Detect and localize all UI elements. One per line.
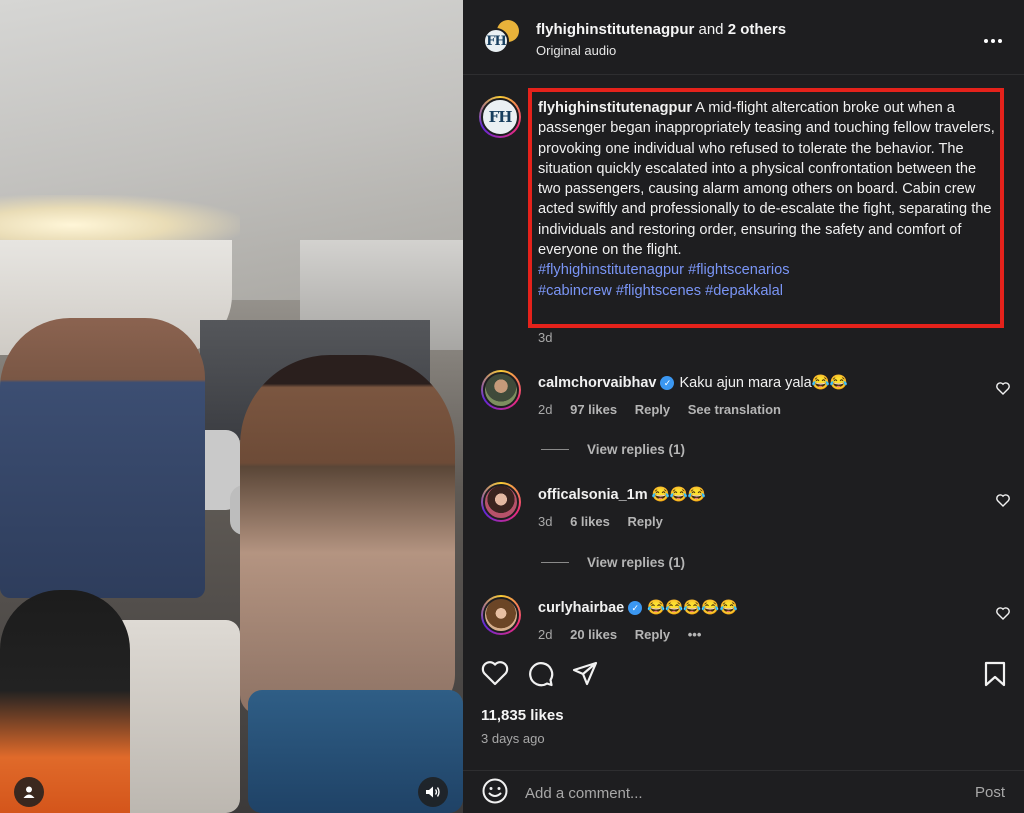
replies-divider — [541, 449, 569, 450]
save-button[interactable] — [983, 660, 1007, 693]
commenter-avatar[interactable] — [481, 595, 521, 635]
commenter-avatar[interactable] — [481, 482, 521, 522]
post-action-bar — [463, 655, 1024, 695]
comment-likes[interactable]: 6 likes — [570, 514, 610, 529]
avatar-logo-text: FH — [486, 33, 506, 49]
passenger-man — [0, 318, 205, 598]
comment: officalsonia_1m 😂😂😂 3d 6 likes Reply — [463, 482, 1024, 542]
comment-body: Kaku ajun mara yala😂😂 — [679, 375, 848, 391]
passenger-woman — [240, 355, 455, 715]
comment-options-button[interactable]: ••• — [688, 627, 702, 642]
comment-time: 3d — [538, 514, 553, 529]
user-icon — [23, 786, 35, 798]
comment-likes[interactable]: 20 likes — [570, 627, 617, 642]
post-timestamp: 3 days ago — [481, 731, 545, 746]
emoji-button[interactable] — [481, 777, 509, 810]
hashtag[interactable]: #flightscenarios — [688, 262, 789, 278]
reply-button[interactable]: Reply — [627, 514, 662, 529]
commenter-avatar[interactable] — [481, 370, 521, 410]
view-replies-label: View replies (1) — [587, 442, 686, 457]
comment-meta: 2d 20 likes Reply ••• — [538, 627, 715, 642]
avatar-logo-text: FH — [488, 108, 513, 126]
comment-input[interactable] — [525, 781, 945, 805]
video-player[interactable] — [0, 0, 463, 813]
comment-text: officalsonia_1m 😂😂😂 — [538, 486, 706, 503]
verified-badge-icon: ✓ — [628, 601, 643, 615]
comment-time: 2d — [538, 627, 553, 642]
author-avatar[interactable]: FH — [483, 28, 509, 54]
comment-text: calmchorvaibhav ✓ Kaku ajun mara yala😂😂 — [538, 374, 848, 391]
heart-icon — [996, 607, 1010, 620]
comment-username[interactable]: curlyhairbae — [538, 600, 624, 616]
bookmark-icon — [984, 661, 1006, 687]
audio-toggle-button[interactable] — [418, 777, 448, 807]
view-replies-button[interactable]: View replies (1) — [541, 442, 685, 457]
more-horizontal-icon — [984, 39, 1002, 43]
author-username[interactable]: flyhighinstitutenagpur — [536, 21, 694, 38]
comment-text: curlyhairbae ✓ 😂😂😂😂😂 — [538, 599, 738, 616]
comment-meta: 3d 6 likes Reply — [538, 514, 677, 529]
verified-badge-icon: ✓ — [660, 376, 675, 390]
post-authors: flyhighinstitutenagpur and 2 others — [536, 21, 786, 38]
heart-icon — [996, 494, 1010, 507]
comment-like-button[interactable] — [996, 607, 1010, 625]
hashtag[interactable]: #flyhighinstitutenagpur — [538, 262, 684, 278]
reply-button[interactable]: Reply — [635, 627, 670, 642]
other-authors-link[interactable]: 2 others — [728, 21, 786, 38]
likes-count[interactable]: 11,835 likes — [481, 707, 564, 724]
smiley-icon — [482, 778, 508, 804]
post-header: FH flyhighinstitutenagpur and 2 others O… — [463, 0, 1024, 75]
comment: curlyhairbae ✓ 😂😂😂😂😂 2d 20 likes Reply ••• — [463, 595, 1024, 655]
post-panel: FH flyhighinstitutenagpur and 2 others O… — [463, 0, 1024, 813]
view-replies-button[interactable]: View replies (1) — [541, 555, 685, 570]
see-translation-button[interactable]: See translation — [688, 402, 781, 417]
post-comment-button[interactable]: Post — [975, 784, 1005, 801]
comment: calmchorvaibhav ✓ Kaku ajun mara yala😂😂 2d… — [463, 370, 1024, 430]
comment-button[interactable] — [526, 660, 554, 693]
tagged-users-button[interactable] — [14, 777, 44, 807]
comment-like-button[interactable] — [996, 494, 1010, 512]
caption-timestamp: 3d — [538, 330, 553, 345]
add-comment-bar: Post — [463, 770, 1024, 813]
hashtag[interactable]: #flightscenes — [616, 283, 701, 299]
share-icon — [572, 661, 598, 686]
comment-time: 2d — [538, 402, 553, 417]
heart-icon — [996, 382, 1010, 395]
comment-username[interactable]: officalsonia_1m — [538, 487, 648, 503]
reply-button[interactable]: Reply — [635, 402, 670, 417]
replies-divider — [541, 562, 569, 563]
post-caption: flyhighinstitutenagpur A mid-flight alte… — [538, 98, 996, 301]
caption-text: A mid-flight altercation broke out when … — [538, 100, 995, 259]
caption-username[interactable]: flyhighinstitutenagpur — [538, 100, 692, 116]
heart-icon — [481, 661, 509, 686]
view-replies-label: View replies (1) — [587, 555, 686, 570]
hashtag[interactable]: #cabincrew — [538, 283, 612, 299]
speaker-icon — [426, 786, 440, 798]
more-options-button[interactable] — [983, 28, 1003, 49]
share-button[interactable] — [571, 660, 599, 693]
comment-icon — [529, 662, 554, 687]
hashtag[interactable]: #depakkalal — [705, 283, 783, 299]
comment-like-button[interactable] — [996, 382, 1010, 400]
comment-likes[interactable]: 97 likes — [570, 402, 617, 417]
caption-author-avatar[interactable]: FH — [479, 96, 521, 138]
like-button[interactable] — [481, 660, 509, 691]
audio-label[interactable]: Original audio — [536, 43, 616, 58]
authors-conjunction: and — [694, 21, 728, 38]
comment-username[interactable]: calmchorvaibhav — [538, 375, 656, 391]
comment-body: 😂😂😂😂😂 — [647, 600, 738, 616]
comment-body: 😂😂😂 — [651, 487, 706, 503]
comment-meta: 2d 97 likes Reply See translation — [538, 402, 795, 417]
